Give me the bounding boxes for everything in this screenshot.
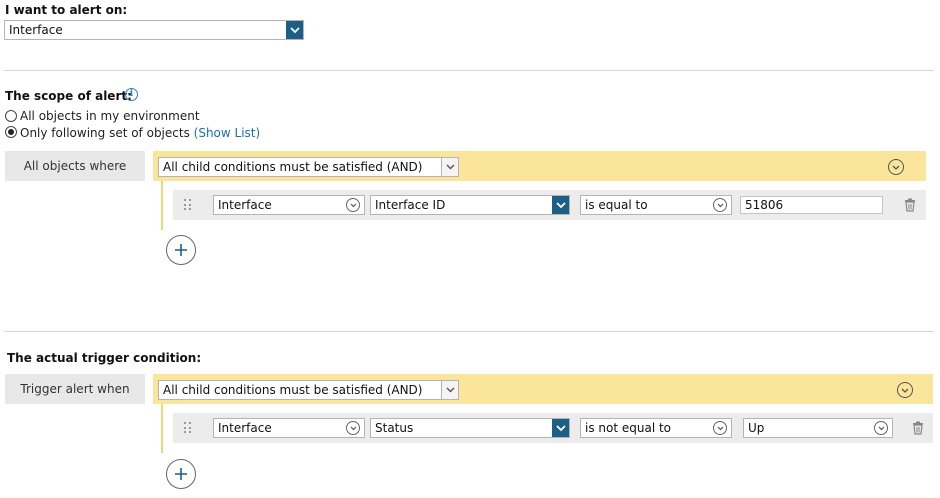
group-connector <box>161 181 163 230</box>
scope-object-value: Interface <box>218 198 272 212</box>
scope-object-select[interactable]: Interface <box>213 195 365 215</box>
chevron-down-icon <box>346 198 360 212</box>
scope-operator-select[interactable]: is equal to <box>580 195 732 215</box>
scope-condition-row: Interface Interface ID is equal to 51806 <box>173 190 926 220</box>
trigger-group-bar: All child conditions must be satisfied (… <box>153 374 933 404</box>
scope-group-bar: All child conditions must be satisfied (… <box>153 151 926 181</box>
chevron-down-icon <box>713 198 727 212</box>
group-connector <box>161 404 163 453</box>
scope-group-label: All objects where <box>5 151 145 181</box>
chevron-down-icon <box>346 421 360 435</box>
trigger-property-select[interactable]: Status <box>370 418 570 438</box>
scope-value-input[interactable]: 51806 <box>740 196 883 214</box>
alert-on-heading: I want to alert on: <box>5 3 128 17</box>
radio-following-objects-label: Only following set of objects <box>20 126 190 140</box>
chevron-down-icon <box>441 381 458 399</box>
scope-heading: The scope of alert: <box>5 89 132 103</box>
drag-handle-icon[interactable] <box>184 422 192 434</box>
scope-operator-value: is equal to <box>585 198 648 212</box>
divider <box>4 70 934 71</box>
trigger-logic-select[interactable]: All child conditions must be satisfied (… <box>158 380 459 400</box>
chevron-down-icon <box>713 421 727 435</box>
chevron-down-icon <box>441 158 458 176</box>
scope-logic-select[interactable]: All child conditions must be satisfied (… <box>158 157 459 177</box>
trigger-object-select[interactable]: Interface <box>213 418 365 438</box>
scope-logic-select-value: All child conditions must be satisfied (… <box>163 160 423 174</box>
chevron-down-icon <box>874 421 888 435</box>
radio-following-objects[interactable] <box>5 126 17 138</box>
trigger-property-value: Status <box>375 421 414 435</box>
trash-icon[interactable] <box>904 198 916 212</box>
plus-circle-icon[interactable] <box>166 459 196 489</box>
trigger-condition-row: Interface Status is not equal to Up <box>173 413 933 443</box>
trigger-value-value: Up <box>748 421 765 435</box>
plus-circle-icon[interactable] <box>166 235 196 265</box>
trigger-operator-select[interactable]: is not equal to <box>580 418 732 438</box>
alert-on-select-value: Interface <box>9 23 63 37</box>
chevron-down-icon <box>552 196 569 214</box>
trigger-logic-select-value: All child conditions must be satisfied (… <box>163 383 423 397</box>
collapse-group-icon[interactable] <box>897 382 913 398</box>
trigger-object-value: Interface <box>218 421 272 435</box>
radio-following-objects-wrapper: Only following set of objects (Show List… <box>20 126 260 140</box>
drag-handle-icon[interactable] <box>184 199 192 211</box>
scope-property-select[interactable]: Interface ID <box>370 195 570 215</box>
radio-all-objects-label: All objects in my environment <box>20 109 200 123</box>
trigger-group-label: Trigger alert when <box>5 374 145 404</box>
radio-all-objects[interactable] <box>5 110 17 122</box>
trigger-heading: The actual trigger condition: <box>7 351 202 365</box>
scope-property-value: Interface ID <box>375 198 446 212</box>
trash-icon[interactable] <box>912 421 924 435</box>
chevron-down-icon <box>552 419 569 437</box>
collapse-group-icon[interactable] <box>888 159 904 175</box>
trigger-value-select[interactable]: Up <box>743 418 893 438</box>
chevron-down-icon <box>286 21 303 39</box>
show-list-link[interactable]: (Show List) <box>194 126 261 140</box>
trigger-operator-value: is not equal to <box>585 421 672 435</box>
info-icon[interactable]: i <box>125 88 138 101</box>
divider <box>4 331 934 332</box>
alert-on-select[interactable]: Interface <box>4 20 304 40</box>
